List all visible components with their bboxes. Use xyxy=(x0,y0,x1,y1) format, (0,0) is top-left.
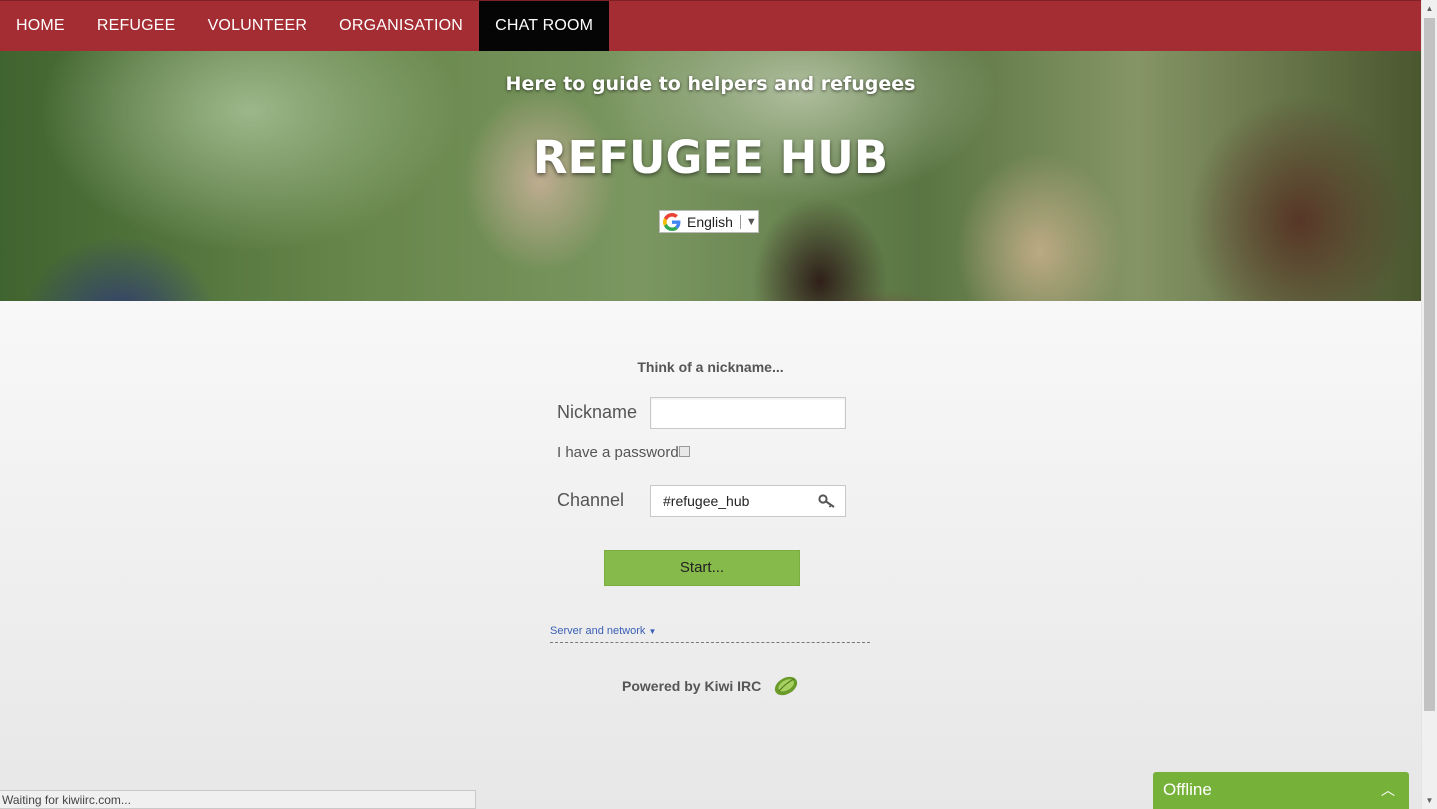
browser-status-bar: Waiting for kiwiirc.com... xyxy=(0,790,476,809)
nav-organisation[interactable]: ORGANISATION xyxy=(323,1,479,51)
language-select[interactable]: English ▼ xyxy=(659,210,759,233)
key-icon[interactable] xyxy=(818,493,836,509)
channel-input[interactable]: #refugee_hub xyxy=(650,485,846,517)
password-label: I have a password xyxy=(557,444,679,461)
nav-refugee[interactable]: REFUGEE xyxy=(81,1,192,51)
password-checkbox[interactable] xyxy=(679,446,690,457)
nav-chat-room[interactable]: CHAT ROOM xyxy=(479,1,610,51)
channel-label: Channel xyxy=(557,490,625,510)
kiwi-logo-icon[interactable] xyxy=(772,673,800,697)
scroll-down-arrow-icon[interactable]: ▼ xyxy=(1422,792,1437,809)
nickname-label: Nickname xyxy=(557,402,638,422)
powered-by-text: Powered by Kiwi IRC xyxy=(622,678,762,694)
hero-title: REFUGEE HUB xyxy=(532,131,889,184)
server-network-link[interactable]: Server and network xyxy=(550,625,645,637)
chat-login-panel: Think of a nickname... Nickname I have a… xyxy=(0,301,1421,809)
language-label: English xyxy=(687,213,733,230)
offline-label: Offline xyxy=(1163,780,1212,799)
nickname-input[interactable] xyxy=(650,397,846,429)
hero-banner: Here to guide to helpers and refugees RE… xyxy=(0,51,1421,301)
language-divider xyxy=(739,214,741,229)
nav-volunteer[interactable]: VOLUNTEER xyxy=(192,1,324,51)
chevron-up-icon: ︿ xyxy=(1381,782,1395,798)
scrollbar-thumb[interactable] xyxy=(1424,18,1435,711)
top-nav: HOME REFUGEE VOLUNTEER ORGANISATION CHAT… xyxy=(0,0,1421,51)
server-network-toggle[interactable]: Server and network ▼ xyxy=(550,625,870,643)
page-scrollbar[interactable]: ▲ ▼ xyxy=(1421,0,1437,809)
start-button[interactable]: Start... xyxy=(604,550,800,586)
caret-down-icon: ▼ xyxy=(648,627,657,636)
google-icon xyxy=(663,212,681,231)
hero-subtitle: Here to guide to helpers and refugees xyxy=(505,73,916,95)
offline-chat-widget[interactable]: Offline ︿ xyxy=(1153,772,1409,809)
scroll-up-arrow-icon[interactable]: ▲ xyxy=(1422,0,1437,17)
dropdown-arrow-icon: ▼ xyxy=(745,215,757,228)
nav-home[interactable]: HOME xyxy=(0,1,81,51)
nickname-heading: Think of a nickname... xyxy=(637,359,784,375)
